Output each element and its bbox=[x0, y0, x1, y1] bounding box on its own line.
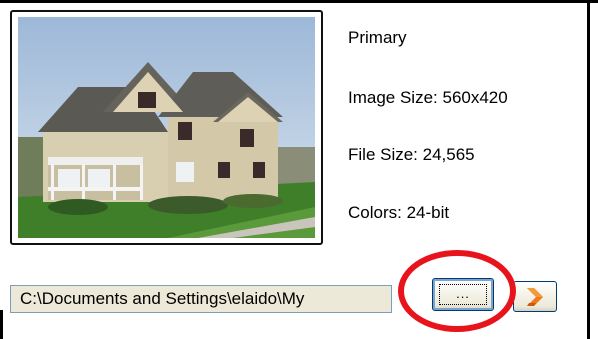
clear-image-button[interactable] bbox=[513, 281, 557, 312]
window-border-top bbox=[0, 0, 598, 3]
house-photo bbox=[18, 17, 315, 238]
file-path-field[interactable]: C:\Documents and Settings\elaido\My bbox=[10, 285, 392, 313]
clear-icon bbox=[527, 288, 543, 306]
image-preview bbox=[10, 10, 323, 245]
window-border-left bbox=[0, 310, 3, 339]
colors-text: Colors: 24-bit bbox=[348, 203, 450, 222]
file-size-text: File Size: 24,565 bbox=[348, 145, 475, 164]
image-size-text: Image Size: 560x420 bbox=[348, 88, 508, 107]
annotation-circle bbox=[398, 250, 516, 332]
image-label: Primary bbox=[348, 28, 407, 47]
window-border-right bbox=[587, 0, 590, 339]
